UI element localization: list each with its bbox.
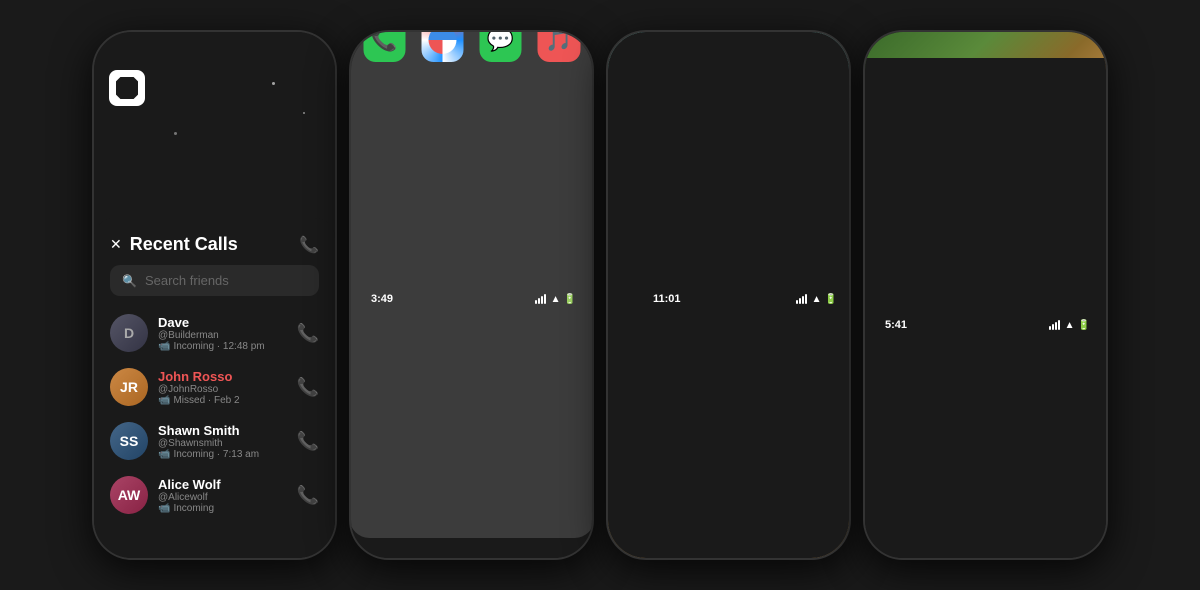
dock-music-icon[interactable]: 🎵 xyxy=(538,30,580,62)
dave-detail: 📹 Incoming · 12:48 pm xyxy=(158,341,287,352)
alice-name: Alice Wolf xyxy=(158,477,287,492)
phone3-battery: 🔋 xyxy=(825,294,837,305)
shawn-handle: @Shawnsmith xyxy=(158,438,287,449)
call-item-shawn[interactable]: SS Shawn Smith @Shawnsmith 📹 Incoming · … xyxy=(94,414,335,468)
dock-phone-icon[interactable]: 📞 xyxy=(363,30,405,62)
alice-handle: @Alicewolf xyxy=(158,492,287,503)
call-item-alice[interactable]: AW Alice Wolf @Alicewolf 📹 Incoming 📞 xyxy=(94,468,335,522)
john-handle: @JohnRosso xyxy=(158,384,287,395)
dave-avatar: D xyxy=(110,314,148,352)
phone3-signal xyxy=(796,294,807,304)
john-avatar: JR xyxy=(110,368,148,406)
john-detail: 📹 Missed · Feb 2 xyxy=(158,395,287,406)
phone-recent-calls: 9:41 📶 🔋 xyxy=(92,30,337,560)
alice-info: Alice Wolf @Alicewolf 📹 Incoming xyxy=(158,477,287,514)
john-name: John Rosso xyxy=(158,369,287,384)
phone4-battery: 🔋 xyxy=(1078,320,1090,331)
phones-container: 9:41 📶 🔋 xyxy=(72,10,1128,580)
dave-handle: @Builderman xyxy=(158,330,287,341)
phone1-close[interactable]: ✕ xyxy=(110,236,122,253)
phone2-dock: 📞 💬 🎵 xyxy=(349,30,594,538)
john-info: John Rosso @JohnRosso 📹 Missed · Feb 2 xyxy=(158,369,287,406)
phone-video-call: 11:01 ▲ 🔋 D Dave xyxy=(606,30,851,560)
phone1-panel-header: ✕ Recent Calls 📞 xyxy=(94,218,335,265)
shawn-name: Shawn Smith xyxy=(158,423,287,438)
search-icon: 🔍 xyxy=(122,274,137,288)
phone4-signal xyxy=(1049,320,1060,330)
phone1-search-placeholder: Search friends xyxy=(145,273,229,288)
phone1-panel: ✕ Recent Calls 📞 🔍 Search friends D Dave xyxy=(94,218,335,558)
phone4-wifi: ▲ xyxy=(1065,320,1075,331)
call-item-dave[interactable]: D Dave @Builderman 📹 Incoming · 12:48 pm… xyxy=(94,306,335,360)
phone1-call-icon[interactable]: 📞 xyxy=(299,235,319,255)
shawn-info: Shawn Smith @Shawnsmith 📹 Incoming · 7:1… xyxy=(158,423,287,460)
dock-safari-icon[interactable] xyxy=(421,30,463,62)
shawn-detail: 📹 Incoming · 7:13 am xyxy=(158,449,287,460)
john-call-btn[interactable]: 📞 xyxy=(297,377,319,398)
phone1-call-list: D Dave @Builderman 📹 Incoming · 12:48 pm… xyxy=(94,306,335,522)
dave-name: Dave xyxy=(158,315,287,330)
phone-incoming-call: 3:49 ▲ 🔋 Dave xyxy=(349,30,594,560)
call-item-john[interactable]: JR John Rosso @JohnRosso 📹 Missed · Feb … xyxy=(94,360,335,414)
alice-call-btn[interactable]: 📞 xyxy=(297,485,319,506)
phone4-time: 5:41 xyxy=(885,319,907,331)
phone3-time: 11:01 xyxy=(653,293,681,305)
shawn-call-btn[interactable]: 📞 xyxy=(297,431,319,452)
phone-locations: 5:41 ▲ 🔋 ✕ xyxy=(863,30,1108,560)
shawn-avatar: SS xyxy=(110,422,148,460)
phone1-search-bar[interactable]: 🔍 Search friends xyxy=(110,265,319,296)
phone1-roblox-icon[interactable] xyxy=(109,70,145,106)
dock-messages-icon[interactable]: 💬 xyxy=(480,30,522,62)
dave-call-btn[interactable]: 📞 xyxy=(297,323,319,344)
alice-avatar: AW xyxy=(110,476,148,514)
phone3-status-bar: 11:01 ▲ 🔋 xyxy=(608,32,851,560)
phone4-status-bar: 5:41 ▲ 🔋 xyxy=(865,58,1108,560)
phone3-wifi: ▲ xyxy=(812,294,822,305)
dave-info: Dave @Builderman 📹 Incoming · 12:48 pm xyxy=(158,315,287,352)
alice-detail: 📹 Incoming xyxy=(158,503,287,514)
phone1-title: Recent Calls xyxy=(130,234,238,255)
